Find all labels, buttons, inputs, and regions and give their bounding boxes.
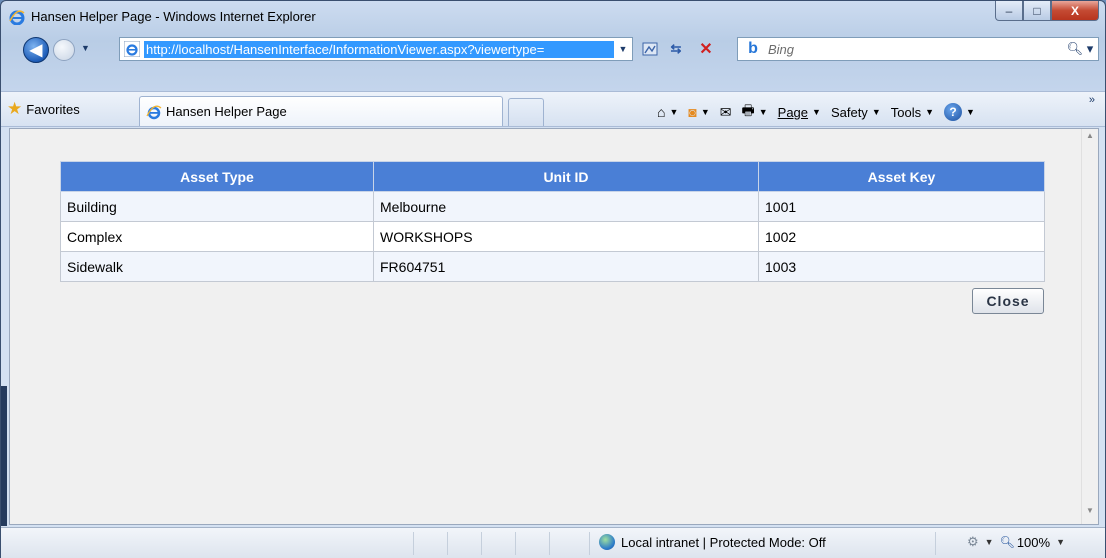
column-header-asset-type[interactable]: Asset Type bbox=[60, 161, 374, 192]
home-icon: ⌂ bbox=[657, 104, 666, 120]
minimize-button[interactable]: – bbox=[995, 1, 1023, 21]
search-input[interactable]: Bing bbox=[768, 42, 1062, 57]
asset-key-cell: 1001 bbox=[758, 191, 1045, 222]
table-row[interactable]: Sidewalk FR604751 1003 bbox=[60, 251, 1045, 282]
help-button[interactable]: ? ▼ bbox=[944, 103, 975, 121]
bing-logo-icon: b bbox=[748, 40, 758, 57]
intranet-globe-icon bbox=[599, 534, 615, 550]
feeds-button[interactable]: ◙ ▼ bbox=[688, 104, 709, 120]
asset-table: Asset Type Unit ID Asset Key Building Me… bbox=[60, 161, 1045, 282]
column-header-unit-id[interactable]: Unit ID bbox=[373, 161, 759, 192]
safety-menu[interactable]: Safety ▼ bbox=[831, 105, 881, 120]
new-tab-button[interactable] bbox=[508, 98, 544, 126]
protection-dropdown-icon[interactable]: ▼ bbox=[985, 537, 994, 547]
tab-title: Hansen Helper Page bbox=[166, 104, 287, 119]
tab-hansen-helper[interactable]: Hansen Helper Page bbox=[139, 96, 503, 126]
compatibility-view-icon[interactable] bbox=[639, 39, 661, 59]
page-menu-label: Page bbox=[777, 104, 809, 120]
scroll-up-icon[interactable]: ▲ bbox=[1082, 131, 1098, 147]
print-button[interactable]: 🖶︎ ▼ bbox=[742, 100, 768, 124]
refresh-icon[interactable]: ⇆ bbox=[665, 39, 687, 59]
help-icon: ? bbox=[944, 103, 963, 121]
status-bar: Local intranet | Protected Mode: Off ⚙ ▼… bbox=[1, 527, 1105, 558]
search-icon[interactable]: 🔍︎ ▾ bbox=[1062, 41, 1098, 57]
window-edge bbox=[1, 386, 7, 526]
table-row[interactable]: Building Melbourne 1001 bbox=[60, 191, 1045, 222]
asset-type-cell: Sidewalk bbox=[60, 251, 374, 282]
mail-button[interactable]: ✉ bbox=[720, 104, 732, 121]
status-divider bbox=[481, 532, 482, 555]
ie-logo-icon bbox=[9, 10, 25, 25]
window-controls: – □ X bbox=[995, 1, 1099, 21]
close-window-button[interactable]: X bbox=[1051, 1, 1099, 21]
security-zone[interactable]: Local intranet | Protected Mode: Off bbox=[599, 534, 826, 550]
close-button[interactable]: Close bbox=[972, 288, 1044, 314]
asset-key-cell: 1002 bbox=[758, 221, 1045, 252]
zoom-level[interactable]: 100% bbox=[1017, 535, 1050, 550]
unit-id-cell: FR604751 bbox=[373, 251, 759, 282]
status-divider bbox=[447, 532, 448, 555]
favorites-button[interactable]: ★ Favorites bbox=[7, 99, 80, 119]
navigation-bar: ◀ ▼ http://localhost/HansenInterface/Inf… bbox=[1, 35, 1105, 63]
recent-pages-dropdown-icon[interactable]: ▼ bbox=[81, 43, 90, 53]
asset-type-cell: Building bbox=[60, 191, 374, 222]
unit-id-cell: WORKSHOPS bbox=[373, 221, 759, 252]
rss-icon: ◙ bbox=[688, 104, 697, 120]
more-commands-icon[interactable]: » bbox=[1089, 94, 1095, 106]
vertical-scrollbar[interactable]: ▲ ▼ bbox=[1081, 129, 1098, 524]
table-row[interactable]: Complex WORKSHOPS 1002 bbox=[60, 221, 1045, 252]
star-icon: ★ bbox=[7, 99, 23, 118]
status-divider bbox=[515, 532, 516, 555]
tools-menu[interactable]: Tools ▼ bbox=[891, 105, 934, 120]
ie-logo-icon bbox=[146, 105, 162, 119]
window-title: Hansen Helper Page - Windows Internet Ex… bbox=[31, 9, 316, 24]
page-menu[interactable]: Page ▼ bbox=[778, 105, 821, 120]
unit-id-cell: Melbourne bbox=[373, 191, 759, 222]
status-divider bbox=[413, 532, 414, 555]
browser-window: Hansen Helper Page - Windows Internet Ex… bbox=[0, 0, 1106, 558]
asset-key-cell: 1003 bbox=[758, 251, 1045, 282]
column-header-asset-key[interactable]: Asset Key bbox=[758, 161, 1045, 192]
scroll-down-icon[interactable]: ▼ bbox=[1082, 506, 1098, 522]
back-button[interactable]: ◀ bbox=[23, 37, 49, 63]
zoom-dropdown-icon[interactable]: ▼ bbox=[1056, 537, 1065, 547]
protection-icon[interactable]: ⚙ bbox=[967, 534, 979, 550]
asset-type-cell: Complex bbox=[60, 221, 374, 252]
printer-icon: 🖶︎ bbox=[741, 102, 755, 118]
stop-icon[interactable]: ✕ bbox=[695, 39, 717, 59]
favorites-label: Favorites bbox=[26, 101, 80, 117]
forward-button[interactable] bbox=[53, 39, 75, 61]
address-url[interactable]: http://localhost/HansenInterface/Informa… bbox=[144, 40, 614, 58]
mail-icon: ✉ bbox=[719, 103, 732, 120]
address-bar[interactable]: http://localhost/HansenInterface/Informa… bbox=[119, 37, 633, 61]
address-dropdown-icon[interactable]: ▼ bbox=[614, 44, 632, 54]
tools-menu-label: Tools bbox=[890, 104, 922, 120]
page-ie-icon bbox=[124, 41, 140, 57]
favorites-bar: ★ Favorites Hansen Helper Page ⌂ ▼ ◙ ▼ ✉ 🖶… bbox=[1, 91, 1105, 127]
status-divider bbox=[935, 532, 936, 555]
zoom-icon[interactable]: 🔍︎ bbox=[1000, 535, 1015, 549]
status-right-tools: ⚙ ▼ 🔍︎ 100% ▼ bbox=[967, 534, 1071, 550]
search-box[interactable]: b Bing 🔍︎ ▾ bbox=[737, 37, 1099, 61]
status-divider bbox=[549, 532, 550, 555]
command-bar: ⌂ ▼ ◙ ▼ ✉ 🖶︎ ▼ Page ▼ Safety ▼ Tools ▼ ? ▼ bbox=[657, 100, 985, 124]
status-divider bbox=[589, 532, 590, 555]
security-zone-label: Local intranet | Protected Mode: Off bbox=[621, 534, 826, 550]
page-content: Asset Type Unit ID Asset Key Building Me… bbox=[9, 128, 1099, 525]
home-button[interactable]: ⌂ ▼ bbox=[657, 104, 678, 120]
safety-menu-label: Safety bbox=[830, 104, 868, 120]
title-bar[interactable]: Hansen Helper Page - Windows Internet Ex… bbox=[1, 1, 1105, 31]
maximize-button[interactable]: □ bbox=[1023, 1, 1051, 21]
table-header-row: Asset Type Unit ID Asset Key bbox=[60, 161, 1045, 192]
